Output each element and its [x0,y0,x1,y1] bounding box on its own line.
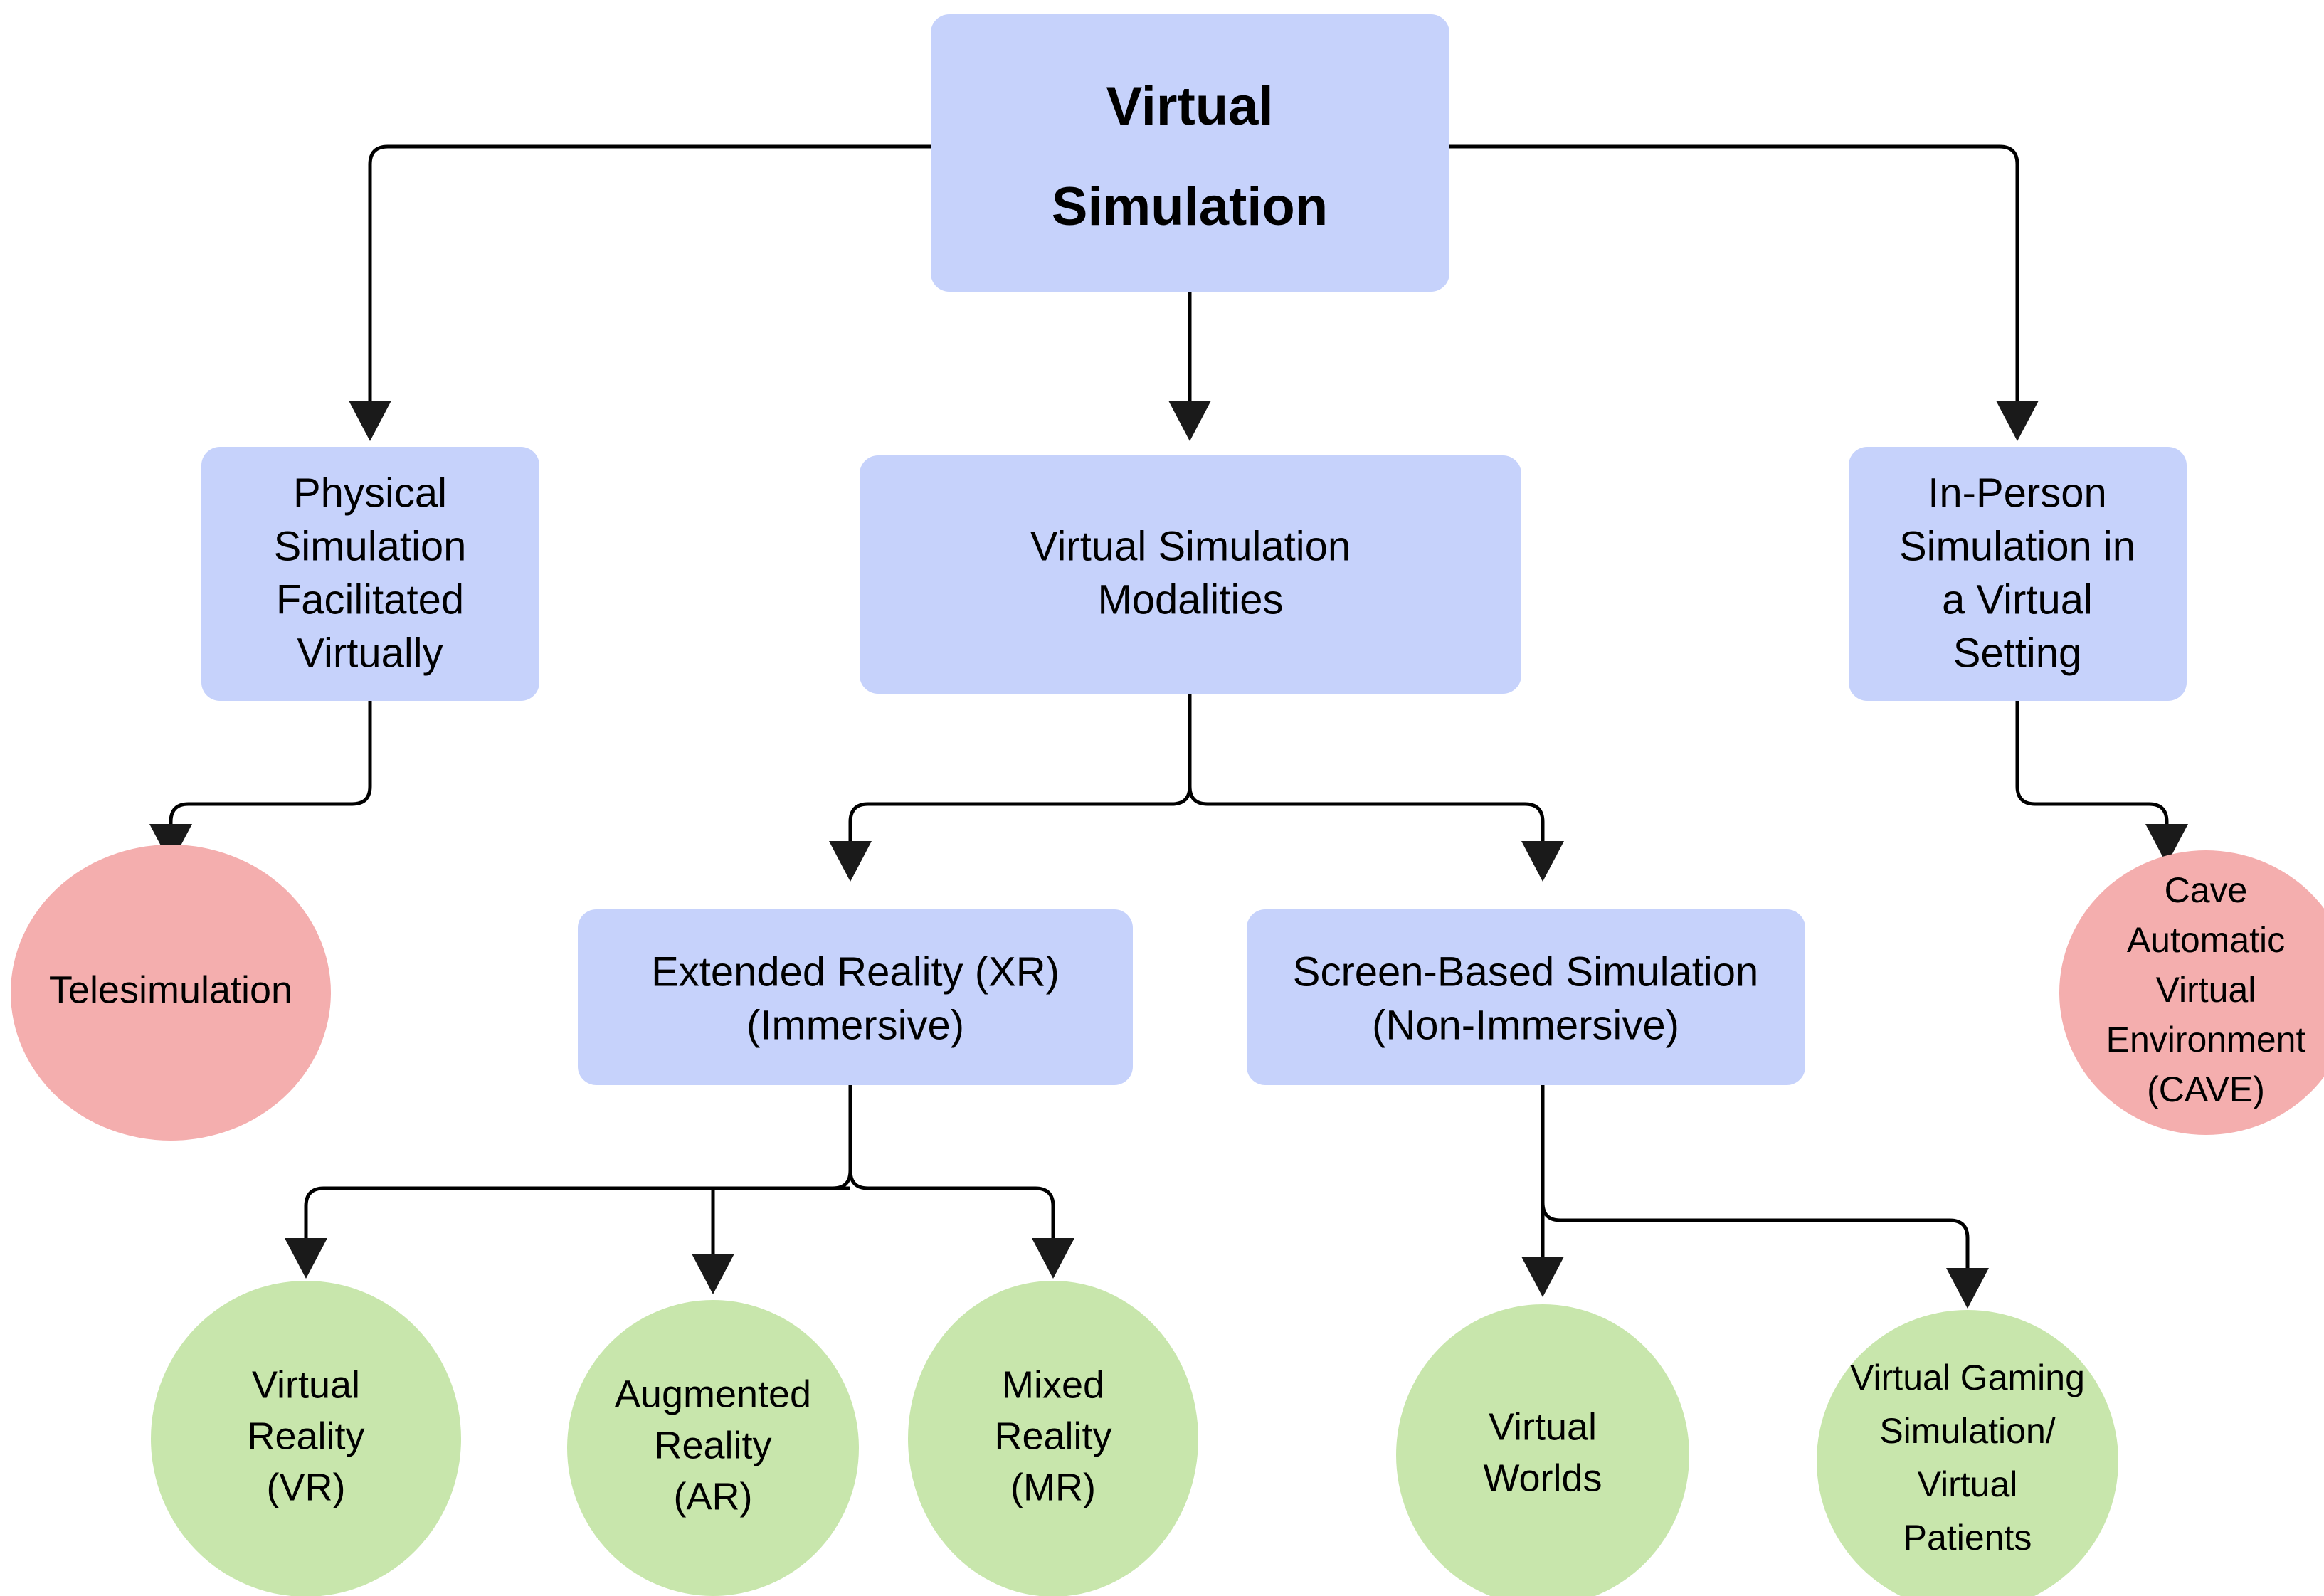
edge-screen-based-to-virtual-gaming [1541,1202,1970,1274]
node-physical-simulation-line-4: Virtually [297,630,443,676]
node-in-person-line-1: In-Person [1928,470,2106,516]
node-virtual-worlds-line-1: Virtual [1489,1405,1597,1448]
flowchart-svg: Virtual Simulation Physical Simulation F… [11,14,2324,1596]
node-virtual-reality-line-1: Virtual [252,1363,360,1406]
node-mixed-reality-line-3: (MR) [1010,1466,1096,1508]
arrowhead-virtual-worlds [1521,1257,1564,1297]
arrowhead-virtual-reality [285,1238,327,1279]
node-virtual-reality-vr[interactable]: Virtual Reality (VR) [151,1281,461,1596]
arrowhead-modalities [1168,401,1211,441]
edge-modalities-bus-right [1188,786,1545,848]
node-in-person-line-4: Setting [1953,630,2082,676]
edge-root-to-in-person [1449,144,2019,402]
node-mixed-reality-mr[interactable]: Mixed Reality (MR) [908,1281,1198,1596]
node-physical-simulation-line-3: Facilitated [276,576,464,623]
node-screen-based-shape [1247,909,1805,1085]
arrowhead-mixed-reality [1032,1238,1074,1279]
node-virtual-worlds[interactable]: Virtual Worlds [1396,1304,1689,1596]
node-extended-reality-line-1: Extended Reality (XR) [651,948,1060,995]
node-virtual-gaming-line-4: Patients [1903,1518,2032,1558]
node-cave-line-5: (CAVE) [2147,1069,2265,1109]
edge-physical-simulation-to-telesimulation [169,701,372,831]
edge-xr-bus-mid [711,1186,850,1259]
arrowhead-extended-reality [829,841,872,882]
node-virtual-simulation-modalities[interactable]: Virtual Simulation Modalities [860,455,1521,694]
node-virtual-simulation-line-2: Simulation [1052,176,1328,237]
node-physical-simulation-line-2: Simulation [274,523,467,569]
node-screen-based-simulation-non-immersive[interactable]: Screen-Based Simulation (Non-Immersive) [1247,909,1805,1085]
node-virtual-reality-line-2: Reality [247,1415,364,1457]
arrowhead-virtual-gaming [1946,1268,1989,1309]
node-modalities-shape [860,455,1521,694]
node-virtual-simulation-line-1: Virtual [1106,76,1273,137]
node-physical-simulation-line-1: Physical [293,470,447,516]
edge-modalities-bus [848,694,1192,848]
node-virtual-reality-line-3: (VR) [267,1466,346,1508]
node-virtual-gaming-line-3: Virtual [1918,1464,2018,1504]
node-in-person-simulation-in-a-virtual-setting[interactable]: In-Person Simulation in a Virtual Settin… [1849,447,2187,701]
arrowhead-screen-based [1521,841,1564,882]
arrowhead-augmented-reality [692,1254,734,1294]
diagram-canvas: Virtual Simulation Physical Simulation F… [0,0,2324,1596]
node-extended-reality-line-2: (Immersive) [746,1002,964,1048]
edge-xr-bus-right [848,1170,1055,1242]
node-virtual-simulation[interactable]: Virtual Simulation [931,14,1449,292]
node-cave-line-3: Virtual [2156,970,2256,1010]
arrowhead-physical-simulation [349,401,391,441]
edge-root-to-physical-simulation [368,144,931,402]
node-augmented-reality-line-3: (AR) [674,1475,753,1518]
node-screen-based-line-1: Screen-Based Simulation [1293,948,1758,995]
node-augmented-reality-line-2: Reality [654,1424,771,1466]
node-screen-based-line-2: (Non-Immersive) [1372,1002,1679,1048]
node-cave-line-2: Automatic [2127,920,2285,960]
node-virtual-simulation-shape [931,14,1449,292]
node-cave-line-4: Environment [2106,1020,2306,1059]
node-in-person-line-3: a Virtual [1942,576,2093,623]
arrowhead-in-person [1996,401,2039,441]
node-virtual-worlds-line-2: Worlds [1483,1457,1602,1499]
node-mixed-reality-line-1: Mixed [1002,1363,1104,1406]
node-telesimulation[interactable]: Telesimulation [11,845,331,1141]
node-telesimulation-label: Telesimulation [49,968,292,1011]
node-virtual-gaming-line-2: Simulation/ [1879,1411,2055,1451]
node-extended-reality-xr-immersive[interactable]: Extended Reality (XR) (Immersive) [578,909,1133,1085]
node-physical-simulation-facilitated-virtually[interactable]: Physical Simulation Facilitated Virtuall… [201,447,539,701]
edge-xr-bus-left [304,1085,852,1242]
node-in-person-line-2: Simulation in [1899,523,2135,569]
node-modalities-line-1: Virtual Simulation [1030,523,1351,569]
node-extended-reality-shape [578,909,1133,1085]
node-mixed-reality-line-2: Reality [994,1415,1111,1457]
node-cave-automatic-virtual-environment[interactable]: Cave Automatic Virtual Environment (CAVE… [2059,850,2324,1135]
node-modalities-line-2: Modalities [1097,576,1283,623]
node-cave-line-1: Cave [2165,870,2248,910]
node-virtual-gaming-simulation-virtual-patients[interactable]: Virtual Gaming Simulation/ Virtual Patie… [1817,1310,2118,1596]
node-virtual-gaming-line-1: Virtual Gaming [1850,1358,2085,1397]
edge-layer [149,144,2188,1309]
node-augmented-reality-line-1: Augmented [615,1373,811,1415]
node-virtual-worlds-shape [1396,1304,1689,1596]
node-augmented-reality-ar[interactable]: Augmented Reality (AR) [567,1300,859,1596]
edge-in-person-to-cave [2015,701,2169,831]
